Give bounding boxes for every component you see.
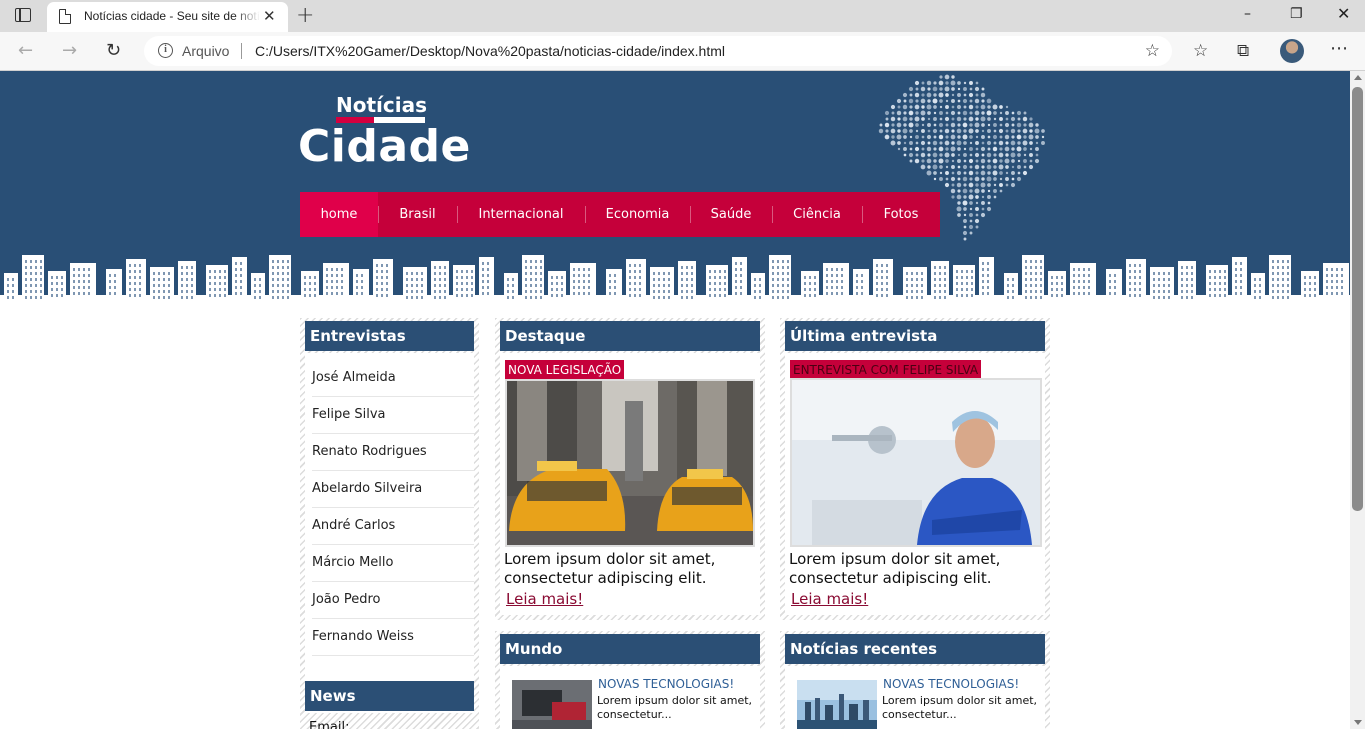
- scroll-thumb[interactable]: [1352, 87, 1363, 511]
- favorites-icon[interactable]: ☆: [1193, 41, 1208, 61]
- city-skyline-illustration: [0, 255, 1350, 301]
- sidebar-icon[interactable]: [15, 8, 31, 22]
- more-icon[interactable]: ⋯: [1330, 38, 1348, 59]
- close-icon[interactable]: ✕: [1337, 4, 1350, 23]
- sidebar-title: Entrevistas: [305, 321, 474, 351]
- tab-title: Notícias cidade - Seu site de notícias: [84, 9, 260, 23]
- recentes-text: Lorem ipsum dolor sit amet, consectetur.…: [882, 694, 1038, 721]
- recentes-box: Notícias recentes NOVAS TECNOLOGIAS! Lor…: [780, 631, 1050, 729]
- sidebar-item-jose-almeida[interactable]: José Almeida: [312, 360, 474, 397]
- mundo-text: Lorem ipsum dolor sit amet, consectetur.…: [597, 694, 753, 721]
- info-icon[interactable]: i: [158, 43, 173, 58]
- doctor-image: [792, 380, 1040, 545]
- menu-item-internacional[interactable]: Internacional: [457, 192, 585, 237]
- tab-strip: Notícias cidade - Seu site de notícias ✕…: [0, 0, 1365, 32]
- destaque-tag[interactable]: NOVA LEGISLAÇÃO: [505, 360, 625, 380]
- destaque-title: Destaque: [500, 321, 760, 351]
- back-icon[interactable]: ←: [18, 40, 33, 61]
- recentes-thumbnail[interactable]: [797, 680, 877, 729]
- mundo-title: Mundo: [500, 634, 760, 664]
- browser-tab[interactable]: Notícias cidade - Seu site de notícias ✕: [47, 2, 288, 32]
- menu-item-saude[interactable]: Saúde: [690, 192, 772, 237]
- add-favorite-icon[interactable]: ☆: [1145, 41, 1160, 61]
- protocol-label: Arquivo: [182, 43, 230, 59]
- address-bar[interactable]: i Arquivo C:/Users/ITX%20Gamer/Desktop/N…: [144, 36, 1172, 66]
- destaque-read-more-link[interactable]: Leia mais!: [506, 590, 583, 608]
- recentes-title: Notícias recentes: [785, 634, 1045, 664]
- entrevista-read-more-link[interactable]: Leia mais!: [791, 590, 868, 608]
- entrevista-title: Última entrevista: [785, 321, 1045, 351]
- browser-toolbar: ← → ↻ i Arquivo C:/Users/ITX%20Gamer/Des…: [0, 32, 1365, 71]
- menu-item-ciencia[interactable]: Ciência: [772, 192, 862, 237]
- site-header: Notícias Cidade home Brasil Internaciona…: [0, 71, 1350, 301]
- taxi-street-image: [507, 381, 753, 545]
- sidebar-item-marcio-mello[interactable]: Márcio Mello: [312, 545, 474, 582]
- menu-item-home[interactable]: home: [300, 192, 378, 237]
- menu-item-economia[interactable]: Economia: [585, 192, 690, 237]
- entrevista-tag[interactable]: ENTREVISTA COM FELIPE SILVA: [790, 360, 982, 380]
- sidebar-item-joao-pedro[interactable]: João Pedro: [312, 582, 474, 619]
- sidebar-item-fernando-weiss[interactable]: Fernando Weiss: [312, 619, 474, 656]
- mundo-headline[interactable]: NOVAS TECNOLOGIAS!: [598, 677, 734, 691]
- refresh-icon[interactable]: ↻: [106, 40, 121, 61]
- recentes-headline[interactable]: NOVAS TECNOLOGIAS!: [883, 677, 1019, 691]
- destaque-photo[interactable]: [505, 379, 755, 547]
- divider: [241, 43, 242, 59]
- entrevista-box: Última entrevista ENTREVISTA COM FELIPE …: [780, 318, 1050, 620]
- scroll-up-icon[interactable]: [1354, 75, 1362, 80]
- new-tab-button[interactable]: +: [296, 3, 314, 28]
- destaque-box: Destaque NOVA LEGISLAÇÃO Lorem ipsum dol…: [495, 318, 765, 620]
- sidebar-item-felipe-silva[interactable]: Felipe Silva: [312, 397, 474, 434]
- forward-icon[interactable]: →: [62, 40, 77, 61]
- menu-item-fotos[interactable]: Fotos: [862, 192, 940, 237]
- tab-close-icon[interactable]: ✕: [263, 7, 276, 25]
- entrevista-photo[interactable]: [790, 378, 1042, 547]
- destaque-text: Lorem ipsum dolor sit amet, consectetur …: [504, 550, 716, 587]
- city-image: [797, 680, 877, 729]
- sidebar-item-abelardo-silveira[interactable]: Abelardo Silveira: [312, 471, 474, 508]
- web-page: Notícias Cidade home Brasil Internaciona…: [0, 71, 1350, 729]
- page-scrollbar[interactable]: [1350, 71, 1365, 729]
- sidebar-column: Entrevistas José Almeida Felipe Silva Re…: [300, 318, 479, 729]
- entrevista-text: Lorem ipsum dolor sit amet, consectetur …: [789, 550, 1001, 587]
- main-menu: home Brasil Internacional Economia Saúde…: [300, 192, 940, 237]
- logo-top-text[interactable]: Notícias: [336, 93, 427, 117]
- url-text[interactable]: C:/Users/ITX%20Gamer/Desktop/Nova%20past…: [255, 43, 725, 59]
- logo-main-text[interactable]: Cidade: [298, 121, 471, 172]
- desk-image: [512, 680, 592, 729]
- mundo-thumbnail[interactable]: [512, 680, 592, 729]
- menu-item-brasil[interactable]: Brasil: [378, 192, 457, 237]
- mundo-box: Mundo NOVAS TECNOLOGIAS! Lorem ipsum dol…: [495, 631, 765, 729]
- sidebar-item-andre-carlos[interactable]: André Carlos: [312, 508, 474, 545]
- news-email-label: Email:: [309, 720, 350, 729]
- sidebar-item-renato-rodrigues[interactable]: Renato Rodrigues: [312, 434, 474, 471]
- news-title: News: [305, 681, 474, 711]
- minimize-icon[interactable]: –: [1244, 6, 1251, 22]
- maximize-icon[interactable]: ❐: [1290, 6, 1303, 22]
- scroll-down-icon[interactable]: [1354, 720, 1362, 725]
- profile-avatar[interactable]: [1280, 39, 1304, 63]
- page-icon: [59, 9, 71, 24]
- collections-icon[interactable]: ⧉: [1237, 41, 1249, 61]
